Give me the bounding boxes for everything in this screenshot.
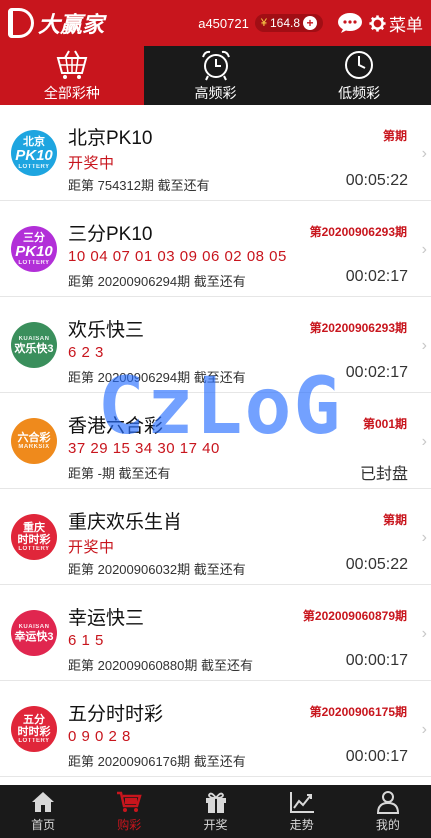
tab-low-frequency[interactable]: 低频彩 — [287, 46, 431, 105]
balance-amount: 164.8 — [269, 16, 300, 30]
next-draw-info: 距第 20200906176期 截至还有 — [68, 754, 246, 769]
tab-all-lotteries[interactable]: 全部彩种 — [0, 46, 144, 105]
lottery-list: 北京 PK10 LOTTERY 北京PK10 第期 开奖中 距第 754312期… — [0, 105, 431, 777]
nav-label: 开奖 — [203, 818, 228, 832]
lottery-name: 幸运快三 — [68, 608, 145, 629]
lottery-result: 开奖中 — [68, 155, 115, 172]
yen-icon: ¥ — [260, 17, 267, 29]
tab-high-frequency[interactable]: 高频彩 — [144, 46, 288, 105]
basket-icon — [56, 50, 88, 79]
lottery-result: 开奖中 — [68, 539, 115, 556]
app-header: 大赢家 a450721 ¥ 164.8 + 菜单 — [0, 0, 431, 46]
lottery-period: 第期 — [382, 513, 407, 527]
marksix-logo-icon: 六合彩 MARKSIX — [11, 418, 57, 464]
lottery-name: 欢乐快三 — [68, 320, 145, 341]
nav-results[interactable]: 开奖 — [172, 785, 258, 838]
lottery-name: 五分时时彩 — [68, 704, 164, 725]
gift-icon — [205, 792, 226, 813]
countdown-timer: 00:05:22 — [345, 556, 408, 573]
next-draw-info: 距第 202009060880期 截至还有 — [68, 658, 253, 673]
lottery-item-sfpk10[interactable]: 三分 PK10 LOTTERY 三分PK10 第20200906293期 10 … — [0, 201, 431, 297]
tab-label: 全部彩种 — [43, 84, 100, 101]
pk10-logo-icon: 北京 PK10 LOTTERY — [11, 130, 57, 176]
lottery-item-cqsx[interactable]: 重庆 时时彩 LOTTERY 重庆欢乐生肖 第期 开奖中 距第 20200906… — [0, 489, 431, 585]
lottery-name: 香港六合彩 — [68, 416, 164, 437]
clock-icon — [345, 50, 374, 79]
gear-icon — [369, 14, 386, 32]
lottery-period: 第20200906293期 — [309, 321, 407, 335]
nav-label: 我的 — [375, 818, 400, 832]
menu-button[interactable]: 菜单 — [369, 11, 423, 36]
lottery-period: 第期 — [382, 129, 407, 143]
trend-chart-icon — [289, 792, 314, 813]
alarm-clock-icon — [201, 50, 230, 80]
lottery-name: 重庆欢乐生肖 — [68, 512, 183, 533]
chevron-right-icon: › — [421, 529, 427, 546]
balance-badge[interactable]: ¥ 164.8 + — [254, 14, 323, 32]
countdown-timer: 00:05:22 — [345, 172, 408, 189]
lottery-period: 第001期 — [362, 417, 407, 431]
chevron-right-icon: › — [421, 625, 427, 642]
chevron-right-icon: › — [421, 721, 427, 738]
nav-profile[interactable]: 我的 — [345, 785, 431, 838]
username: a450721 — [198, 15, 249, 31]
logo-mark-icon — [8, 8, 34, 38]
lottery-name: 三分PK10 — [68, 224, 153, 245]
home-icon — [32, 792, 55, 812]
logo-text: 大赢家 — [38, 12, 105, 38]
chat-icon[interactable] — [337, 12, 363, 34]
countdown-timer: 00:02:17 — [345, 268, 408, 285]
lottery-result: 6 2 3 — [68, 344, 104, 361]
lottery-period: 第20200906293期 — [309, 225, 407, 239]
lottery-item-marksix[interactable]: 六合彩 MARKSIX 香港六合彩 第001期 37 29 15 34 30 1… — [0, 393, 431, 489]
add-funds-icon[interactable]: + — [303, 16, 317, 30]
nav-label: 首页 — [31, 818, 56, 832]
next-draw-info: 距第 754312期 截至还有 — [68, 178, 210, 193]
countdown-timer: 00:02:17 — [345, 364, 408, 381]
category-tabs: 全部彩种 高频彩 低频彩 — [0, 46, 431, 105]
nav-label: 走势 — [289, 818, 314, 832]
pk10-logo-icon: 三分 PK10 LOTTERY — [11, 226, 57, 272]
countdown-timer: 00:00:17 — [345, 652, 408, 669]
cart-icon — [117, 791, 142, 812]
lottery-result: 0 9 0 2 8 — [68, 728, 131, 745]
chevron-right-icon: › — [421, 145, 427, 162]
nav-label: 购彩 — [117, 818, 142, 832]
lottery-period: 第202009060879期 — [302, 609, 407, 623]
lottery-item-xyk3[interactable]: KUAISAN 幸运快3 幸运快三 第202009060879期 6 1 5 距… — [0, 585, 431, 681]
lottery-item-hlk3[interactable]: KUAISAN 欢乐快3 欢乐快三 第20200906293期 6 2 3 距第… — [0, 297, 431, 393]
logo[interactable]: 大赢家 — [8, 7, 104, 39]
chevron-right-icon: › — [421, 433, 427, 450]
next-draw-info: 距第 20200906294期 截至还有 — [68, 370, 246, 385]
next-draw-info: 距第 20200906032期 截至还有 — [68, 562, 246, 577]
ssc-logo-icon: 五分 时时彩 LOTTERY — [11, 706, 57, 752]
kuaisan-logo-icon: KUAISAN 欢乐快3 — [11, 322, 57, 368]
lottery-item-wfssc[interactable]: 五分 时时彩 LOTTERY 五分时时彩 第20200906175期 0 9 0… — [0, 681, 431, 777]
tab-label: 高频彩 — [194, 84, 237, 101]
kuaisan-logo-icon: KUAISAN 幸运快3 — [11, 610, 57, 656]
tab-label: 低频彩 — [338, 84, 381, 101]
menu-label: 菜单 — [389, 15, 423, 35]
bottom-nav: 首页 购彩 开奖 走势 我的 — [0, 785, 431, 838]
chevron-right-icon: › — [421, 241, 427, 258]
nav-home[interactable]: 首页 — [0, 785, 86, 838]
ssc-logo-icon: 重庆 时时彩 LOTTERY — [11, 514, 57, 560]
lottery-name: 北京PK10 — [68, 128, 153, 149]
countdown-status: 已封盘 — [359, 466, 408, 483]
chevron-right-icon: › — [421, 337, 427, 354]
countdown-timer: 00:00:17 — [345, 748, 408, 765]
nav-buy[interactable]: 购彩 — [86, 785, 172, 838]
lottery-period: 第20200906175期 — [309, 705, 407, 719]
lottery-result: 6 1 5 — [68, 632, 104, 649]
lottery-item-bjpk10[interactable]: 北京 PK10 LOTTERY 北京PK10 第期 开奖中 距第 754312期… — [0, 105, 431, 201]
lottery-result: 10 04 07 01 03 09 06 02 08 05 — [68, 248, 287, 265]
nav-trend[interactable]: 走势 — [259, 785, 345, 838]
lottery-result: 37 29 15 34 30 17 40 — [68, 440, 220, 457]
user-icon — [376, 791, 399, 814]
next-draw-info: 距第 -期 截至还有 — [68, 466, 171, 481]
next-draw-info: 距第 20200906294期 截至还有 — [68, 274, 246, 289]
